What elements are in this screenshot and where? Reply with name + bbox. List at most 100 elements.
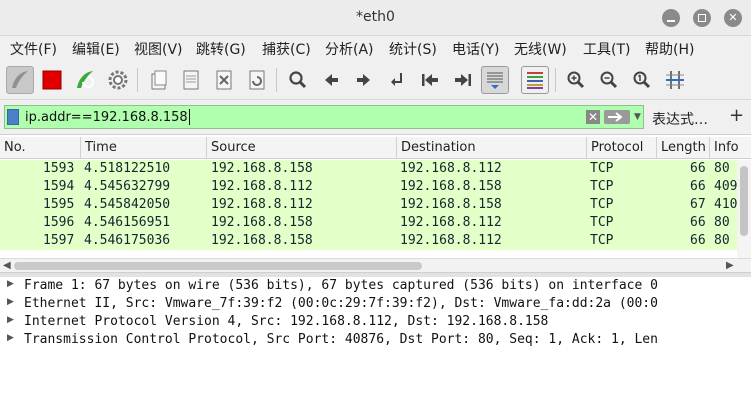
normal-size-icon: [633, 71, 651, 89]
cell-destination: 192.168.8.112: [400, 215, 502, 230]
go-back-button[interactable]: [317, 66, 345, 94]
packet-list-vertical-scrollbar[interactable]: [737, 160, 751, 258]
reload-file-icon: [249, 70, 265, 90]
zoom-in-icon: [567, 71, 585, 89]
menu-edit[interactable]: 编辑(E): [72, 39, 120, 59]
apply-filter-icon[interactable]: [604, 110, 630, 124]
cell-protocol: TCP: [590, 215, 614, 230]
close-button[interactable]: ✕: [724, 9, 742, 27]
menu-statistics[interactable]: 统计(S): [389, 39, 437, 59]
menu-capture[interactable]: 捕获(C): [262, 39, 311, 59]
tree-item-ipv4[interactable]: ▶ Internet Protocol Version 4, Src: 192.…: [0, 314, 751, 332]
open-file-icon: [151, 70, 167, 90]
scrollbar-thumb[interactable]: [740, 166, 748, 236]
close-file-icon: [216, 70, 232, 90]
cell-source: 192.168.8.112: [211, 179, 313, 194]
zoom-out-button[interactable]: [595, 66, 623, 94]
save-file-button[interactable]: [177, 66, 205, 94]
menu-analyze[interactable]: 分析(A): [325, 39, 374, 59]
minimize-button[interactable]: [662, 9, 680, 27]
column-header-no[interactable]: No.: [0, 137, 81, 159]
scroll-right-icon[interactable]: ▶: [726, 260, 734, 271]
column-header-source[interactable]: Source: [207, 137, 397, 159]
menu-bar: 文件(F) 编辑(E) 视图(V) 跳转(G) 捕获(C) 分析(A) 统计(S…: [0, 36, 751, 60]
scroll-left-icon[interactable]: ◀: [3, 260, 11, 271]
go-to-packet-button[interactable]: [383, 66, 411, 94]
autoscroll-icon: [487, 72, 503, 89]
normal-size-button[interactable]: [628, 66, 656, 94]
tree-item-label: Ethernet II, Src: Vmware_7f:39:f2 (00:0c…: [24, 296, 658, 311]
bookmark-icon[interactable]: [7, 109, 19, 125]
cell-source: 192.168.8.112: [211, 197, 313, 212]
toolbar-separator: [276, 68, 277, 92]
packet-list-header: No. Time Source Destination Protocol Len…: [0, 137, 751, 159]
restart-capture-icon: [77, 71, 94, 88]
cell-protocol: TCP: [590, 233, 614, 248]
cell-time: 4.545632799: [84, 179, 171, 194]
cell-source: 192.168.8.158: [211, 233, 313, 248]
display-filter-input[interactable]: [25, 106, 585, 128]
cell-length: 67: [690, 197, 706, 212]
display-filter-field[interactable]: ✕ ▼: [4, 105, 644, 129]
menu-go[interactable]: 跳转(G): [196, 39, 246, 59]
resize-columns-icon: [666, 71, 684, 89]
menu-wireless[interactable]: 无线(W): [514, 39, 567, 59]
title-bar: *eth0 ✕: [0, 0, 751, 36]
column-header-info[interactable]: Info: [710, 137, 751, 159]
colorize-button[interactable]: [521, 66, 549, 94]
menu-tools[interactable]: 工具(T): [583, 39, 630, 59]
cell-protocol: TCP: [590, 161, 614, 176]
autoscroll-button[interactable]: [481, 66, 509, 94]
expand-arrow-icon[interactable]: ▶: [7, 333, 14, 343]
table-row[interactable]: 1594 4.545632799 192.168.8.112 192.168.8…: [0, 178, 737, 196]
expand-arrow-icon[interactable]: ▶: [7, 297, 14, 307]
scrollbar-thumb[interactable]: [14, 262, 422, 270]
zoom-out-icon: [600, 71, 618, 89]
filter-history-dropdown-icon[interactable]: ▼: [634, 112, 641, 122]
tree-item-ethernet[interactable]: ▶ Ethernet II, Src: Vmware_7f:39:f2 (00:…: [0, 296, 751, 314]
filter-expression-button[interactable]: 表达式…: [652, 109, 708, 129]
column-header-time[interactable]: Time: [81, 137, 207, 159]
expand-arrow-icon[interactable]: ▶: [7, 315, 14, 325]
zoom-in-button[interactable]: [562, 66, 590, 94]
packet-list-horizontal-scrollbar[interactable]: ◀ ▶: [0, 258, 751, 273]
open-file-button[interactable]: [145, 66, 173, 94]
last-packet-button[interactable]: [449, 66, 477, 94]
menu-help[interactable]: 帮助(H): [645, 39, 694, 59]
resize-columns-button[interactable]: [661, 66, 689, 94]
stop-capture-button[interactable]: [38, 66, 66, 94]
table-row[interactable]: 1595 4.545842050 192.168.8.112 192.168.8…: [0, 196, 737, 214]
cell-length: 66: [690, 215, 706, 230]
find-packet-button[interactable]: [284, 66, 312, 94]
column-header-length[interactable]: Length: [657, 137, 710, 159]
clear-filter-icon[interactable]: ✕: [586, 110, 600, 124]
restart-capture-button[interactable]: [71, 66, 99, 94]
expand-arrow-icon[interactable]: ▶: [7, 279, 14, 289]
find-packet-icon: [289, 71, 307, 89]
table-row[interactable]: 1596 4.546156951 192.168.8.158 192.168.8…: [0, 214, 737, 232]
cell-destination: 192.168.8.112: [400, 161, 502, 176]
cell-length: 66: [690, 161, 706, 176]
main-toolbar: [0, 60, 751, 100]
table-row[interactable]: 1597 4.546175036 192.168.8.158 192.168.8…: [0, 232, 737, 250]
start-capture-icon: [12, 71, 28, 88]
menu-file[interactable]: 文件(F): [10, 39, 57, 59]
column-header-destination[interactable]: Destination: [397, 137, 587, 159]
column-header-protocol[interactable]: Protocol: [587, 137, 657, 159]
start-capture-button[interactable]: [6, 66, 34, 94]
tree-item-tcp[interactable]: ▶ Transmission Control Protocol, Src Por…: [0, 332, 751, 350]
first-packet-icon: [422, 74, 438, 86]
menu-telephony[interactable]: 电话(Y): [452, 39, 499, 59]
go-back-icon: [325, 74, 338, 86]
capture-options-button[interactable]: [104, 66, 132, 94]
table-row[interactable]: 1593 4.518122510 192.168.8.158 192.168.8…: [0, 160, 737, 178]
add-filter-button[interactable]: +: [729, 105, 744, 126]
menu-view[interactable]: 视图(V): [134, 39, 183, 59]
tree-item-frame[interactable]: ▶ Frame 1: 67 bytes on wire (536 bits), …: [0, 278, 751, 296]
tree-item-label: Frame 1: 67 bytes on wire (536 bits), 67…: [24, 278, 658, 293]
close-file-button[interactable]: [210, 66, 238, 94]
reload-file-button[interactable]: [243, 66, 271, 94]
first-packet-button[interactable]: [416, 66, 444, 94]
maximize-button[interactable]: [693, 9, 711, 27]
go-forward-button[interactable]: [350, 66, 378, 94]
